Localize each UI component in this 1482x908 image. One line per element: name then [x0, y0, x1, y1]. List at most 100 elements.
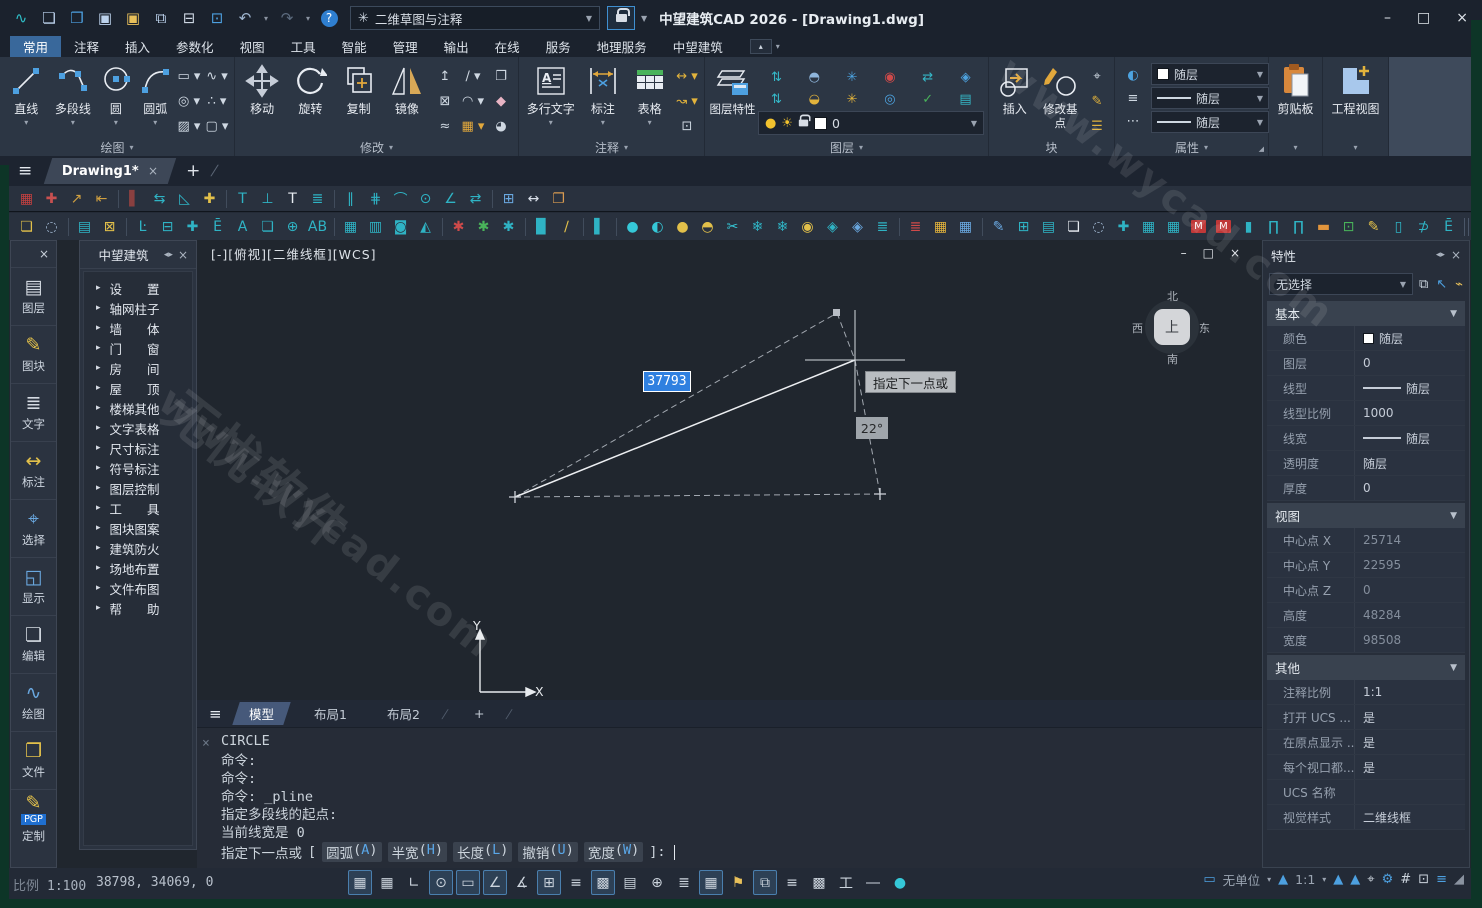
t-ic[interactable] [521, 216, 529, 238]
layer-list-icon[interactable]: ▤ [72, 216, 97, 238]
save-file-icon[interactable]: ▣ [92, 6, 118, 30]
annot-scale-icon[interactable]: ▲ [1278, 872, 1288, 887]
stack-icon[interactable]: ≣ [870, 216, 895, 238]
t-ic[interactable] [1461, 216, 1471, 238]
option-length[interactable]: 长度L [453, 842, 512, 862]
add-selected-icon[interactable]: ⊕ [645, 870, 669, 895]
save-as-icon[interactable]: ▣ [120, 6, 146, 30]
scissors-icon[interactable]: ✂ [720, 216, 745, 238]
join-tool-icon[interactable]: ◕ [488, 114, 514, 138]
doc-close-icon[interactable]: × [1230, 246, 1240, 260]
mirror-button[interactable]: 镜像 [384, 60, 430, 138]
units-label[interactable]: 无单位 [1223, 870, 1261, 889]
gear-green-icon[interactable]: ✱ [471, 216, 496, 238]
layer-dropdown[interactable]: ● ☀ 0 ▼ [758, 111, 984, 135]
option-width[interactable]: 宽度W [584, 842, 643, 862]
arch-roof[interactable]: ▸屋 顶 [84, 378, 192, 398]
layer-match-icon[interactable]: ⇄ [909, 66, 946, 88]
spline-tool-icon[interactable]: ∿ ▾ [204, 64, 230, 88]
wall-bar-icon[interactable]: ▌ [587, 216, 612, 238]
tab-parametric[interactable]: 参数化 [163, 36, 227, 57]
palette-drawing[interactable]: ∿绘图 [11, 673, 56, 731]
move-button[interactable]: 移动 [239, 60, 285, 138]
command-prompt[interactable]: 指定下一点或 [ 圆弧A 半宽H 长度L 撤销U 宽度W ]: [197, 842, 1262, 862]
layer-red-icon[interactable]: ≣ [903, 216, 928, 238]
arch-file-layout[interactable]: ▸文件布图 [84, 578, 192, 598]
palette-b-icon[interactable]: ▦ [953, 216, 978, 238]
bell-icon[interactable]: ◭ [413, 216, 438, 238]
layer-on-icon[interactable]: ◒ [796, 88, 833, 110]
hatch-display-icon[interactable]: ▩ [807, 870, 831, 895]
arch-close-icon[interactable]: × [178, 248, 188, 262]
palette-file[interactable]: ❐文件 [11, 731, 56, 789]
scale-readout[interactable]: 比例1:100 [13, 875, 86, 894]
explode-tool-icon[interactable]: ≈ [432, 114, 458, 138]
pipe-icon[interactable]: ⊅ [1411, 216, 1436, 238]
sketch-icon[interactable]: ✎ [986, 216, 1011, 238]
insert-block-button[interactable]: 插入 [993, 60, 1037, 138]
arch-symbol[interactable]: ▸符号标注 [84, 458, 192, 478]
split-icon[interactable]: ⊟ [155, 216, 180, 238]
pencil-yellow-icon[interactable]: ✎ [1361, 216, 1386, 238]
dynamic-input-field[interactable]: 37793 [643, 371, 691, 392]
leader-icon[interactable]: ↝ ▾ [674, 89, 700, 113]
t-ic[interactable] [122, 216, 130, 238]
wipeout-icon[interactable]: ⊡ [674, 114, 700, 138]
round-column-icon[interactable]: ⊙ [413, 188, 438, 210]
fullscreen-icon[interactable]: ⊡ [1418, 872, 1429, 887]
bulb-half-icon[interactable]: ◐ [645, 216, 670, 238]
fillet-tool-icon[interactable]: ◠ ▾ [460, 89, 486, 113]
block-edit-icon[interactable]: ✎ [1084, 89, 1110, 113]
viewport-controls-label[interactable]: [-][俯视][二维线框][WCS] [211, 244, 377, 263]
rectangle-tool-icon[interactable]: ▭ ▾ [176, 64, 202, 88]
donut-tool-icon[interactable]: ◎ ▾ [176, 89, 202, 113]
layer-change-icon[interactable]: ◈ [947, 66, 984, 88]
pen-slash-icon[interactable]: ∕ [554, 216, 579, 238]
selection-filter-dropdown[interactable]: 无选择▼ [1269, 273, 1413, 295]
arch-site[interactable]: ▸场地布置 [84, 558, 192, 578]
properties-panel-label[interactable]: 属性▾◢ [1115, 138, 1268, 156]
toggle-pickadd-icon[interactable]: ⌁ [1455, 277, 1463, 292]
t-ic[interactable] [438, 216, 446, 238]
redo-caret-icon[interactable]: ▾ [302, 6, 314, 30]
m-red-a-icon[interactable]: M [1186, 216, 1211, 238]
document-tab-drawing1[interactable]: Drawing1* × [44, 158, 176, 184]
doc-minimize-icon[interactable]: – [1181, 246, 1187, 260]
lineweight-display-icon[interactable]: ≡ [564, 870, 588, 895]
arch-layer-control[interactable]: ▸图层控制 [84, 478, 192, 498]
arc-button[interactable]: 圆弧▾ [137, 60, 174, 138]
axis-create-icon[interactable]: ✚ [39, 188, 64, 210]
point-tool-icon[interactable]: ∴ ▾ [204, 89, 230, 113]
view-box-icon[interactable]: ⊞ [496, 188, 521, 210]
workspace-icon[interactable]: 工 [834, 870, 858, 895]
ab-icon[interactable]: AB [305, 216, 330, 238]
print-icon[interactable]: ⊟ [176, 6, 202, 30]
move-view-icon[interactable]: ↔ [521, 188, 546, 210]
tab-tools[interactable]: 工具 [278, 36, 329, 57]
bulb-mix-icon[interactable]: ◓ [695, 216, 720, 238]
section-view[interactable]: 视图▼ [1267, 503, 1465, 528]
tab-manage[interactable]: 管理 [380, 36, 431, 57]
copy-doc-icon[interactable]: ❏ [255, 216, 280, 238]
linetype-list-icon[interactable]: ⋯ [1120, 112, 1146, 130]
hatch-tool-icon[interactable]: ▨ ▾ [176, 114, 202, 138]
compass-top-face[interactable]: 上 [1154, 309, 1190, 345]
line-button[interactable]: 直线▾ [4, 60, 49, 138]
new-document-tab-button[interactable]: + [186, 161, 200, 181]
option-halfwidth[interactable]: 半宽H [388, 842, 447, 862]
block-attr-icon[interactable]: ☰ [1084, 114, 1110, 138]
align-text-icon[interactable]: A [230, 216, 255, 238]
green-box-icon[interactable]: ⊡ [1336, 216, 1361, 238]
palette-close-icon[interactable]: × [39, 247, 49, 261]
erase-tool-icon[interactable]: ◆ [488, 89, 514, 113]
edit-basepoint-button[interactable]: 修改基点 [1039, 60, 1083, 138]
scale-tool-icon[interactable]: ⊠ [432, 89, 458, 113]
lock-ui-button[interactable] [607, 6, 635, 30]
polar-tracking-icon[interactable]: ⊙ [429, 870, 453, 895]
text-lines-icon[interactable]: ≣ [305, 188, 330, 210]
table-icon[interactable]: ▦ [338, 216, 363, 238]
engineering-view-button[interactable]: 工程视图 [1327, 60, 1384, 138]
text-style-icon[interactable]: T [230, 188, 255, 210]
ortho-mode-icon[interactable]: ∟ [402, 870, 426, 895]
doc-check-icon[interactable]: ❏ [14, 216, 39, 238]
